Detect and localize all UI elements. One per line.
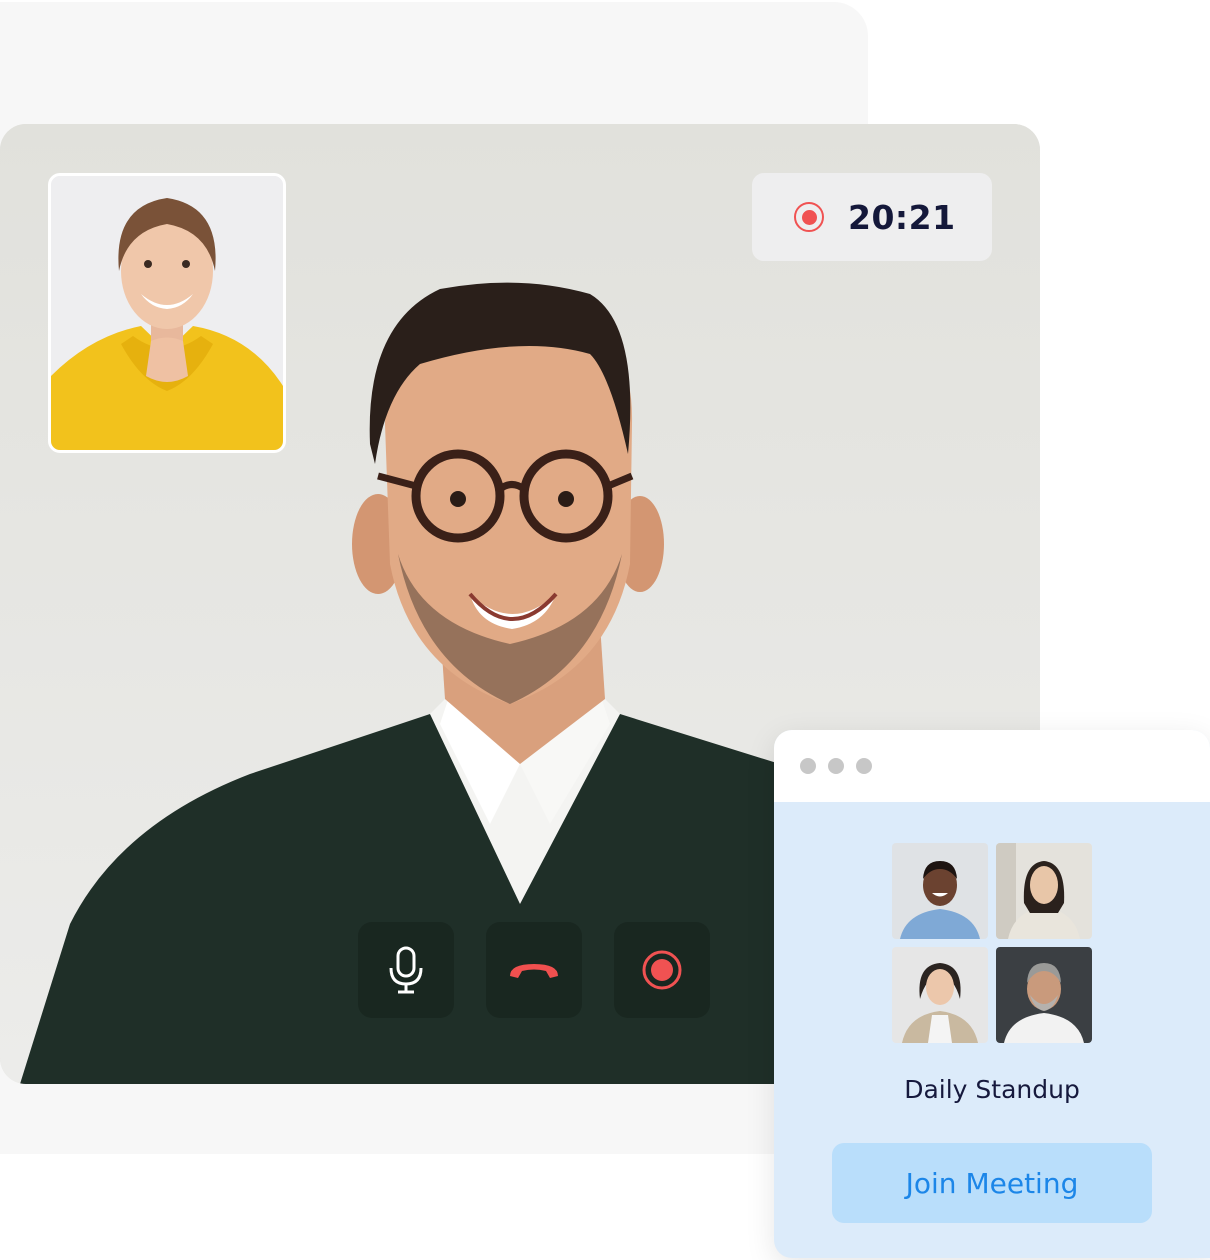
- participant-avatar: [892, 947, 988, 1043]
- meeting-invite-card: Daily Standup Join Meeting: [774, 730, 1210, 1258]
- participants-grid: [892, 843, 1092, 1043]
- participant-avatar: [996, 947, 1092, 1043]
- call-duration: 20:21: [848, 197, 956, 237]
- card-title-bar: [774, 730, 1210, 802]
- window-dot-icon: [856, 758, 872, 774]
- window-dot-icon: [800, 758, 816, 774]
- recording-indicator-icon: [794, 202, 824, 232]
- record-icon: [642, 950, 682, 990]
- join-meeting-button[interactable]: Join Meeting: [832, 1143, 1152, 1223]
- participant-avatar: [996, 843, 1092, 939]
- meeting-title: Daily Standup: [904, 1075, 1080, 1104]
- hang-up-phone-icon: [510, 964, 558, 978]
- self-view-thumbnail[interactable]: [48, 173, 286, 453]
- microphone-icon: [389, 946, 423, 994]
- participant-avatar: [892, 843, 988, 939]
- call-controls: [358, 922, 710, 1018]
- window-dot-icon: [828, 758, 844, 774]
- self-view-participant: [51, 176, 283, 450]
- mute-button[interactable]: [358, 922, 454, 1018]
- recording-timer-badge: 20:21: [752, 173, 992, 261]
- record-button[interactable]: [614, 922, 710, 1018]
- hang-up-button[interactable]: [486, 922, 582, 1018]
